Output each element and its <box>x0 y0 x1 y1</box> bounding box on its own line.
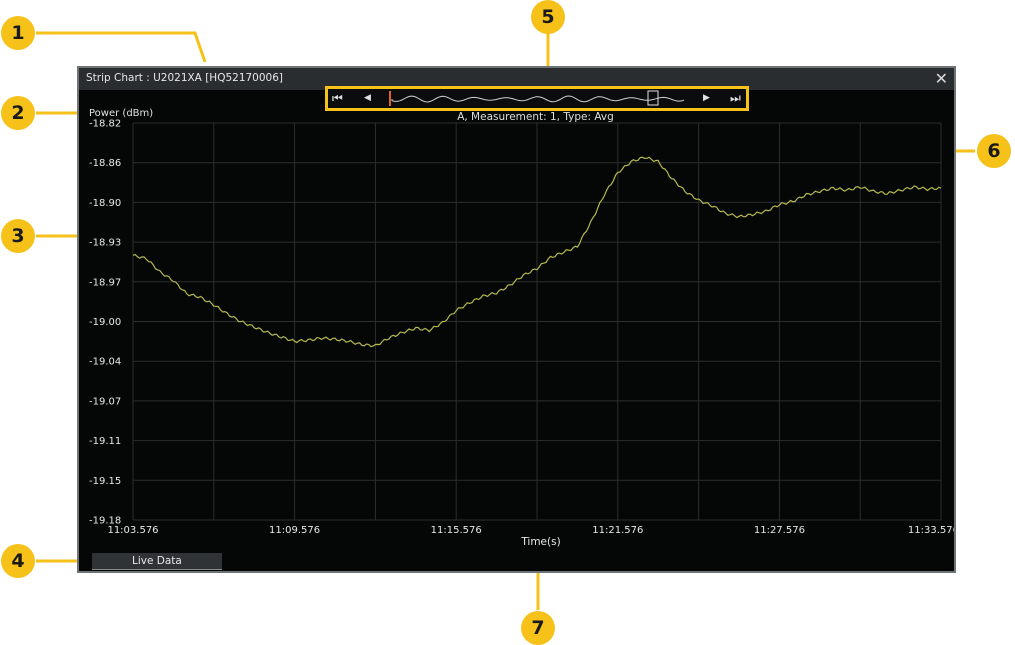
callout-badge-7: 7 <box>521 611 555 645</box>
y-tick-label: -18.90 <box>89 198 121 209</box>
x-tick-label: 11:09.576 <box>269 525 320 536</box>
callout-badge-5: 5 <box>531 0 565 34</box>
x-tick-labels: 11:03.576 11:09.576 11:15.576 11:21.576 11:2… <box>107 525 954 536</box>
x-tick-label: 11:27.576 <box>754 525 805 536</box>
callout-badge-6: 6 <box>977 134 1011 168</box>
callout-badge-1: 1 <box>1 16 35 50</box>
x-tick-label: 11:03.576 <box>107 525 158 536</box>
y-tick-label: -19.00 <box>89 317 121 328</box>
y-tick-label: -19.11 <box>89 436 121 447</box>
grid-lines <box>132 122 942 521</box>
callout-line-1 <box>36 31 207 63</box>
x-axis-label: Time(s) <box>520 536 560 548</box>
x-tick-label: 11:15.576 <box>431 525 482 536</box>
y-tick-labels: -18.82 -18.86 -18.90 -18.93 -18.97 -19.00 -19.… <box>89 119 121 527</box>
y-tick-label: -18.97 <box>89 277 121 288</box>
y-tick-label: -19.07 <box>89 396 121 407</box>
y-tick-label: -19.15 <box>89 476 121 487</box>
callout-badge-4: 4 <box>1 544 35 578</box>
strip-chart-window: Strip Chart : U2021XA [HQ52170006] ✕ ⏮ ◀… <box>77 66 956 573</box>
y-tick-label: -18.93 <box>89 238 121 249</box>
x-tick-label: 11:33.576 <box>908 525 954 536</box>
strip-chart-plot[interactable]: -18.82 -18.86 -18.90 -18.93 -18.97 -19.00 -19.… <box>79 68 954 571</box>
callout-badge-3: 3 <box>1 219 35 253</box>
y-tick-label: -18.82 <box>89 119 121 130</box>
y-tick-label: -18.86 <box>89 158 121 169</box>
live-data-tab-label: Live Data <box>132 555 182 567</box>
y-tick-label: -19.04 <box>89 357 121 368</box>
callout-badge-2: 2 <box>1 96 35 130</box>
live-data-tab[interactable]: Live Data <box>92 553 222 570</box>
x-tick-label: 11:21.576 <box>592 525 643 536</box>
